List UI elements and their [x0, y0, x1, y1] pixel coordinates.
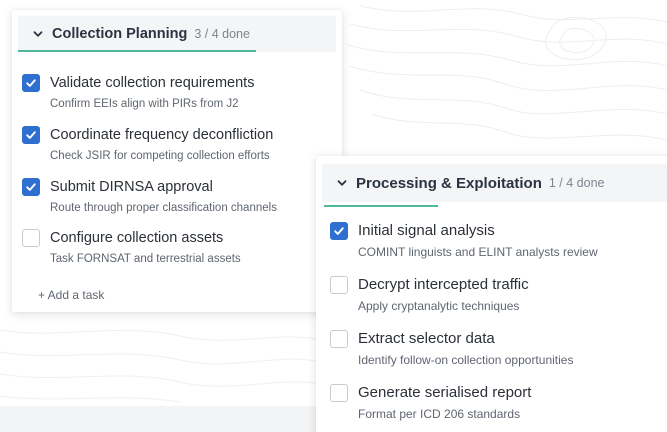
task-checkbox[interactable] [330, 330, 348, 348]
checkmark-icon [334, 227, 344, 235]
task-subtitle: Task FORNSAT and terrestrial assets [50, 253, 241, 265]
task-subtitle: Check JSIR for competing collection effo… [50, 150, 270, 162]
task-title[interactable]: Initial signal analysis [358, 222, 598, 240]
task-subtitle: Format per ICD 206 standards [358, 407, 521, 421]
task-title[interactable]: Configure collection assets [50, 229, 241, 247]
progress-count: 1 / 4 done [548, 176, 605, 190]
task-item: Decrypt intercepted traffic Apply crypta… [330, 276, 529, 314]
task-title[interactable]: Extract selector data [358, 330, 573, 348]
progress-underline [324, 205, 438, 207]
task-checkbox[interactable] [330, 384, 348, 402]
task-checkbox[interactable] [330, 222, 348, 240]
task-checkbox[interactable] [22, 229, 40, 247]
progress-count: 3 / 4 done [194, 27, 250, 41]
collection-planning-header[interactable]: Collection Planning 3 / 4 done [18, 16, 336, 52]
task-item: Validate collection requirements Confirm… [22, 74, 254, 112]
task-checkbox[interactable] [330, 276, 348, 294]
checkmark-icon [26, 79, 36, 87]
processing-exploitation-panel: Processing & Exploitation 1 / 4 done Ini… [316, 156, 667, 432]
processing-exploitation-header[interactable]: Processing & Exploitation 1 / 4 done [322, 164, 667, 202]
collection-planning-panel: Collection Planning 3 / 4 done Validate … [12, 10, 342, 312]
add-task-button[interactable]: + Add a task [38, 288, 104, 302]
checkmark-icon [26, 183, 36, 191]
task-item: Extract selector data Identify follow-on… [330, 330, 573, 368]
task-subtitle: Apply cryptanalytic techniques [358, 299, 520, 313]
task-item: Generate serialised report Format per IC… [330, 384, 531, 422]
progress-underline [18, 50, 256, 52]
task-subtitle: Route through proper classification chan… [50, 202, 277, 214]
checkmark-icon [26, 131, 36, 139]
chevron-down-icon[interactable] [24, 28, 52, 40]
task-item: Coordinate frequency deconfliction Check… [22, 126, 273, 164]
panel-title: Processing & Exploitation [356, 174, 542, 192]
task-subtitle: Identify follow-on collection opportunit… [358, 353, 574, 367]
task-checkbox[interactable] [22, 178, 40, 196]
task-title[interactable]: Validate collection requirements [50, 74, 254, 92]
task-item: Initial signal analysis COMINT linguists… [330, 222, 598, 260]
chevron-down-icon[interactable] [328, 177, 356, 189]
task-item: Submit DIRNSA approval Route through pro… [22, 178, 277, 216]
task-title[interactable]: Decrypt intercepted traffic [358, 276, 529, 294]
task-checkbox[interactable] [22, 126, 40, 144]
task-item: Configure collection assets Task FORNSAT… [22, 229, 241, 267]
task-title[interactable]: Coordinate frequency deconfliction [50, 126, 273, 144]
task-checkbox[interactable] [22, 74, 40, 92]
panel-title: Collection Planning [52, 26, 188, 42]
task-subtitle: COMINT linguists and ELINT analysts revi… [358, 245, 598, 259]
task-title[interactable]: Submit DIRNSA approval [50, 178, 277, 196]
task-title[interactable]: Generate serialised report [358, 384, 531, 402]
task-subtitle: Confirm EEIs align with PIRs from J2 [50, 98, 239, 110]
